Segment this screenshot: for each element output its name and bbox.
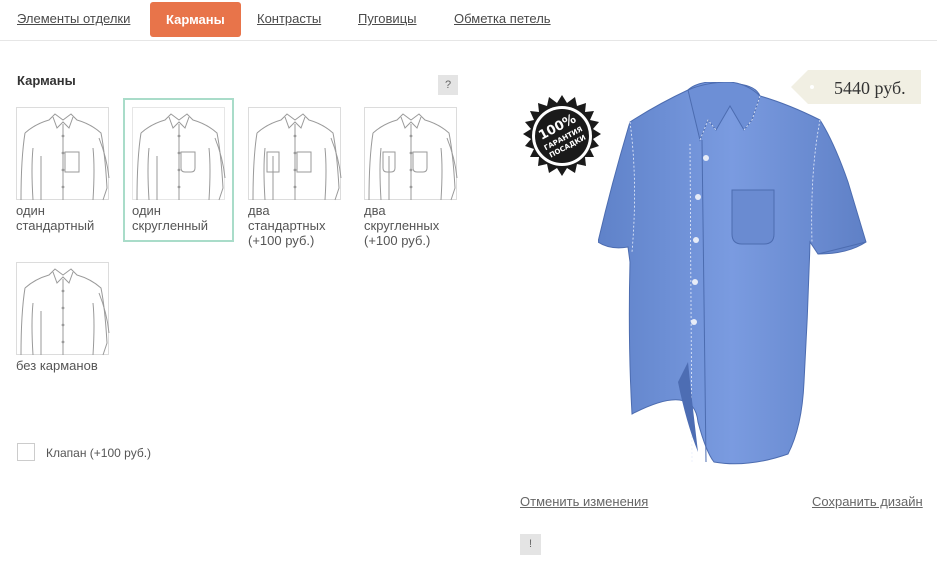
tab-contrasts[interactable]: Контрасты [257, 11, 321, 26]
shirt-thumbnail [364, 107, 458, 201]
option-label: один стандартный [16, 203, 95, 233]
guarantee-badge: 100% ГАРАНТИЯ ПОСАДКИ [520, 95, 604, 179]
help-button[interactable]: ? [438, 75, 458, 95]
flap-checkbox-label: Клапан (+100 руб.) [46, 446, 152, 460]
tab-bar: Элементы отделки Карманы Контрасты Пугов… [0, 0, 937, 41]
option-label: без карманов [16, 358, 98, 373]
tab-buttonhole-stitching[interactable]: Обметка петель [454, 11, 551, 26]
flap-checkbox[interactable] [17, 443, 35, 461]
info-button[interactable]: ! [520, 534, 541, 555]
save-design-link[interactable]: Сохранить дизайн [812, 494, 923, 509]
cancel-changes-link[interactable]: Отменить изменения [520, 494, 648, 509]
option-label: два скругленных (+100 руб.) [364, 203, 440, 248]
shirt-thumbnail [16, 107, 110, 201]
option-label: один скругленный [132, 203, 209, 233]
tab-pockets[interactable]: Карманы [150, 2, 241, 37]
tab-trim-elements[interactable]: Элементы отделки [17, 11, 130, 26]
shirt-thumbnail [16, 262, 110, 356]
shirt-thumbnail [248, 107, 342, 201]
tab-buttons[interactable]: Пуговицы [358, 11, 417, 26]
shirt-preview-image [597, 81, 870, 472]
option-label: два стандартных (+100 руб.) [248, 203, 326, 248]
shirt-thumbnail [132, 107, 226, 201]
section-title: Карманы [17, 73, 76, 88]
